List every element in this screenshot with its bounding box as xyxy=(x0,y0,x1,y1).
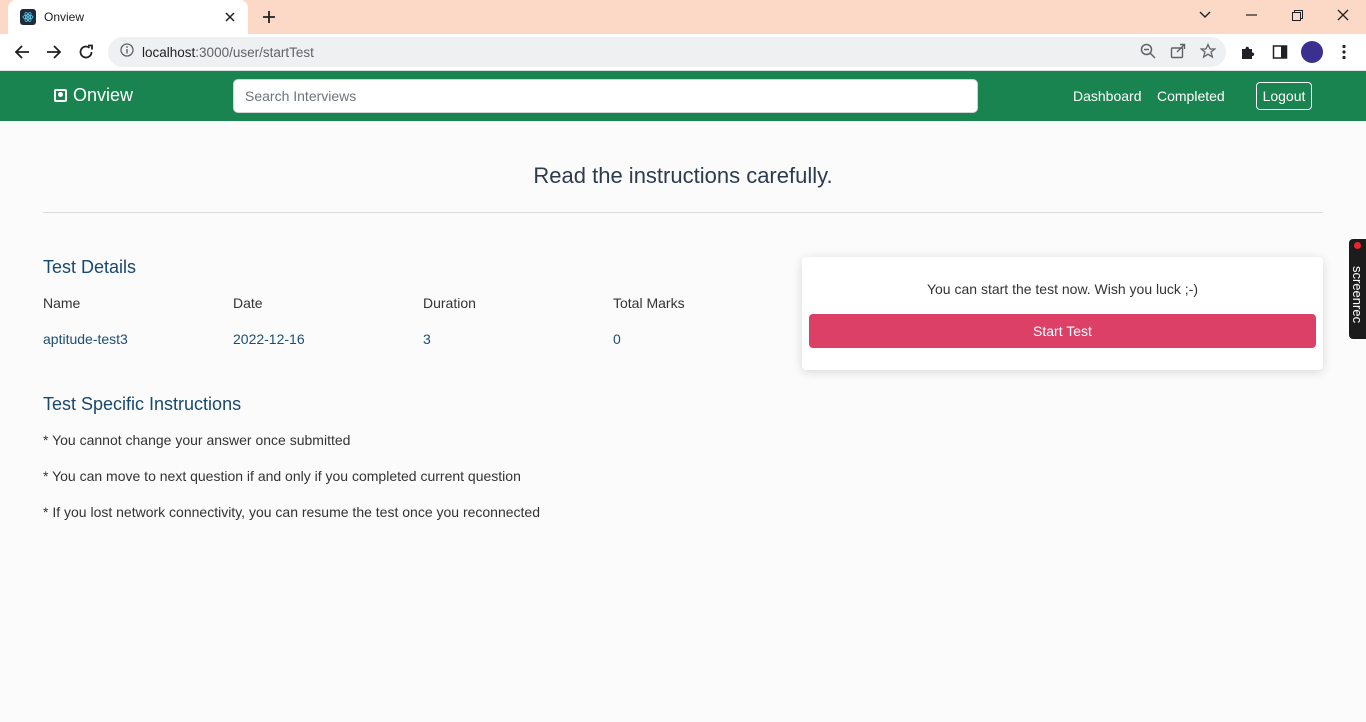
test-details-title: Test Details xyxy=(43,257,137,277)
test-total-marks-value: 0 xyxy=(613,331,621,347)
url-path: :3000/user/startTest xyxy=(195,44,314,60)
screenrec-widget[interactable]: screenrec xyxy=(1349,239,1366,339)
zoom-icon[interactable] xyxy=(1140,43,1156,64)
test-name-value: aptitude-test3 xyxy=(43,331,128,347)
screenrec-label: screenrec xyxy=(1350,266,1365,324)
back-icon[interactable] xyxy=(10,40,34,64)
side-panel-icon[interactable] xyxy=(1268,40,1292,64)
instruction-item: * You cannot change your answer once sub… xyxy=(43,432,351,448)
test-duration-value: 3 xyxy=(423,331,431,347)
browser-toolbar: localhost:3000/user/startTest xyxy=(0,34,1366,71)
reload-icon[interactable] xyxy=(74,40,98,64)
react-favicon-icon xyxy=(20,9,36,25)
instruction-item: * If you lost network connectivity, you … xyxy=(43,504,541,520)
new-tab-icon[interactable] xyxy=(258,7,280,27)
contact-card-icon xyxy=(54,89,67,102)
minimize-icon[interactable] xyxy=(1228,0,1274,30)
browser-tab-strip: Onview xyxy=(0,0,1366,34)
app-navbar: Onview Dashboard Completed Logout xyxy=(0,71,1366,121)
tab-search-icon[interactable] xyxy=(1182,0,1228,30)
logout-button[interactable]: Logout xyxy=(1256,82,1312,110)
column-header-total-marks: Total Marks xyxy=(613,295,685,311)
site-info-icon[interactable] xyxy=(120,42,134,62)
close-window-icon[interactable] xyxy=(1320,0,1366,30)
url-text: localhost:3000/user/startTest xyxy=(142,45,314,60)
extensions-icon[interactable] xyxy=(1236,40,1260,64)
address-bar[interactable]: localhost:3000/user/startTest xyxy=(108,37,1226,67)
start-test-button[interactable]: Start Test xyxy=(809,314,1316,348)
forward-icon[interactable] xyxy=(42,40,66,64)
start-test-card: You can start the test now. Wish you luc… xyxy=(802,257,1323,370)
instruction-item: * You can move to next question if and o… xyxy=(43,468,521,484)
tab-title: Onview xyxy=(44,10,85,24)
nav-link-completed[interactable]: Completed xyxy=(1157,88,1225,104)
nav-link-dashboard[interactable]: Dashboard xyxy=(1073,88,1142,104)
instructions-title: Test Specific Instructions xyxy=(43,394,242,414)
browser-tab[interactable]: Onview xyxy=(8,0,248,34)
column-header-duration: Duration xyxy=(423,295,476,311)
search-input[interactable] xyxy=(233,79,978,113)
menu-kebab-icon[interactable] xyxy=(1332,40,1356,64)
avatar xyxy=(1301,41,1323,63)
share-icon[interactable] xyxy=(1170,43,1186,64)
restore-icon[interactable] xyxy=(1274,0,1320,30)
column-header-name: Name xyxy=(43,295,81,311)
brand-link[interactable]: Onview xyxy=(54,85,133,106)
start-test-message: You can start the test now. Wish you luc… xyxy=(926,281,1199,297)
profile-avatar[interactable] xyxy=(1300,40,1324,64)
divider xyxy=(43,212,1323,213)
column-header-date: Date xyxy=(233,295,263,311)
page-title: Read the instructions carefully. xyxy=(533,163,833,188)
url-host: localhost xyxy=(142,44,196,60)
brand-name: Onview xyxy=(73,85,134,105)
record-dot-icon xyxy=(1354,242,1361,249)
bookmark-star-icon[interactable] xyxy=(1199,42,1217,64)
close-tab-icon[interactable] xyxy=(222,9,238,25)
test-date-value: 2022-12-16 xyxy=(233,331,305,347)
